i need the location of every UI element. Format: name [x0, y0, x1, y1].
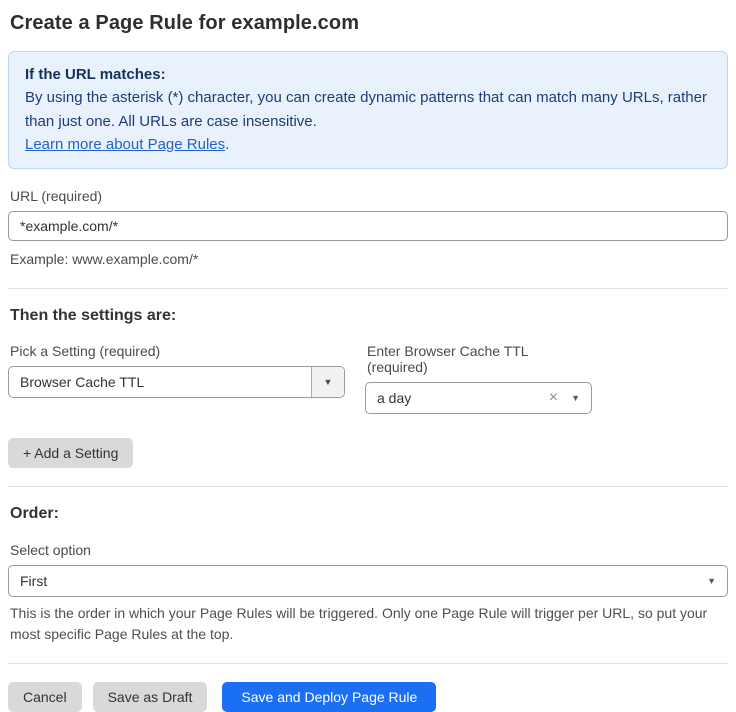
cancel-button[interactable]: Cancel [8, 682, 82, 712]
order-select-value: First [9, 573, 707, 589]
divider [8, 486, 728, 487]
add-setting-wrap: + Add a Setting [8, 438, 728, 468]
ttl-select-value: a day [366, 390, 549, 406]
save-as-draft-button[interactable]: Save as Draft [93, 682, 208, 712]
form-actions: Cancel Save as Draft Save and Deploy Pag… [8, 682, 728, 712]
url-field-label: URL (required) [10, 188, 726, 204]
save-and-deploy-button[interactable]: Save and Deploy Page Rule [222, 682, 436, 712]
link-suffix: . [225, 136, 229, 153]
order-select[interactable]: First ▼ [8, 565, 728, 597]
settings-section-heading: Then the settings are: [10, 307, 726, 325]
url-example-helper: Example: www.example.com/* [10, 249, 726, 270]
info-box-link-line: Learn more about Page Rules. [25, 133, 711, 156]
order-select-label: Select option [10, 542, 726, 558]
add-setting-button[interactable]: + Add a Setting [8, 438, 133, 468]
info-box-body: By using the asterisk (*) character, you… [25, 86, 711, 133]
clear-icon[interactable]: × [549, 390, 558, 406]
settings-row: Pick a Setting (required) Browser Cache … [8, 325, 728, 414]
page-title: Create a Page Rule for example.com [10, 12, 726, 35]
ttl-select-label: Enter Browser Cache TTL (required) [367, 343, 590, 375]
order-helper-text: This is the order in which your Page Rul… [10, 603, 726, 645]
create-page-rule-form: Create a Page Rule for example.com If th… [0, 0, 736, 712]
setting-select-label: Pick a Setting (required) [10, 343, 343, 359]
order-section-heading: Order: [10, 505, 726, 523]
ttl-select[interactable]: a day × ▼ [365, 382, 592, 414]
url-input[interactable] [8, 211, 728, 241]
chevron-down-icon: ▼ [571, 394, 580, 403]
learn-more-link[interactable]: Learn more about Page Rules [25, 136, 225, 153]
setting-select-caret-button[interactable]: ▼ [311, 367, 344, 397]
setting-select-field: Pick a Setting (required) Browser Cache … [8, 325, 345, 414]
url-match-info-box: If the URL matches: By using the asteris… [8, 51, 728, 169]
divider [8, 288, 728, 289]
setting-select[interactable]: Browser Cache TTL ▼ [8, 366, 345, 398]
divider [8, 663, 728, 664]
ttl-select-field: Enter Browser Cache TTL (required) a day… [365, 325, 592, 414]
chevron-down-icon: ▼ [324, 378, 333, 387]
chevron-down-icon: ▼ [707, 577, 716, 586]
setting-select-value: Browser Cache TTL [9, 374, 311, 390]
info-box-heading: If the URL matches: [25, 63, 711, 86]
